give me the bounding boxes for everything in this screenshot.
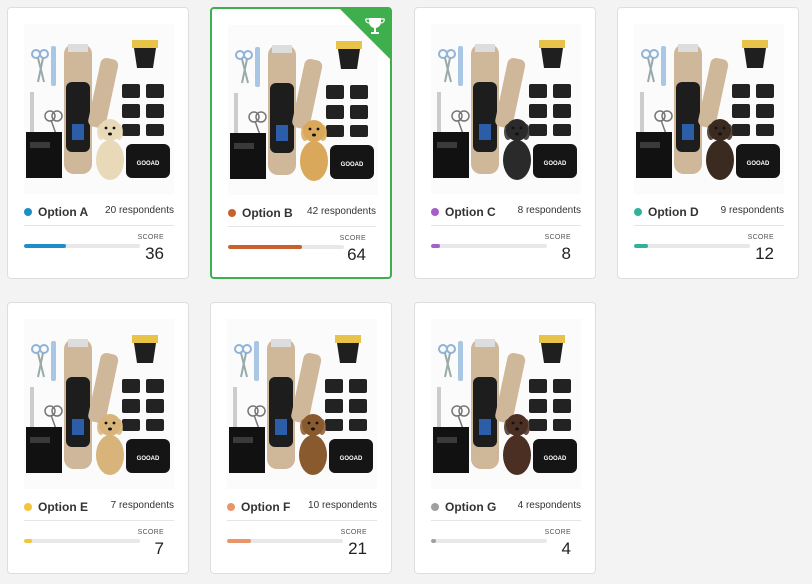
option-color-dot <box>431 208 439 216</box>
score-bar <box>431 244 547 248</box>
respondents-count: 42 respondents <box>307 206 376 217</box>
score-label: SCORE <box>747 234 774 241</box>
respondents-count: 8 respondents <box>517 205 581 216</box>
score-bar-fill <box>24 539 33 543</box>
option-name: Option C <box>445 205 496 219</box>
option-card[interactable]: GOOAD Option G 4 respondents SCORE 4 <box>414 302 596 574</box>
score-value: 36 <box>145 244 164 263</box>
respondents-count: 9 respondents <box>720 205 784 216</box>
score-bar-fill <box>431 539 436 543</box>
option-color-dot <box>227 503 235 511</box>
product-image: GOOAD <box>634 24 784 194</box>
divider <box>24 225 174 226</box>
score-label: SCORE <box>137 234 164 241</box>
option-color-dot <box>431 503 439 511</box>
score-bar-fill <box>634 244 648 248</box>
score-bar-fill <box>228 245 303 249</box>
score-bar <box>24 244 140 248</box>
option-label: Option E <box>24 500 88 514</box>
option-name: Option B <box>242 206 293 220</box>
option-label: Option F <box>227 500 290 514</box>
svg-text:GOOAD: GOOAD <box>340 456 363 462</box>
option-card[interactable]: GOOAD Option B 42 respondents SCORE 64 <box>210 7 392 279</box>
option-label: Option D <box>634 205 699 219</box>
option-label: Option B <box>228 206 293 220</box>
product-image: GOOAD <box>24 319 174 489</box>
score-value: 8 <box>561 244 571 263</box>
divider <box>431 520 581 521</box>
score-label: SCORE <box>544 234 571 241</box>
divider <box>227 520 377 521</box>
score-label: SCORE <box>137 529 164 536</box>
score-bar-fill <box>431 244 441 248</box>
option-card[interactable]: GOOAD Option D 9 respondents SCORE 12 <box>617 7 799 279</box>
option-name: Option A <box>38 205 89 219</box>
score-value: 64 <box>347 245 366 264</box>
option-card[interactable]: GOOAD Option C 8 respondents SCORE 8 <box>414 7 596 279</box>
divider <box>24 520 174 521</box>
score-bar <box>634 244 750 248</box>
option-name: Option F <box>241 500 291 514</box>
option-card[interactable]: GOOAD Option E 7 respondents SCORE 7 <box>7 302 189 574</box>
score-label: SCORE <box>544 529 571 536</box>
option-card[interactable]: GOOAD Option A 20 respondents SCORE 36 <box>7 7 189 279</box>
option-color-dot <box>228 209 236 217</box>
divider <box>634 225 784 226</box>
respondents-count: 4 respondents <box>517 500 581 511</box>
divider <box>228 226 376 227</box>
option-name: Option E <box>38 500 88 514</box>
svg-text:GOOAD: GOOAD <box>341 162 364 168</box>
score-bar <box>227 539 343 543</box>
product-image: GOOAD <box>431 319 581 489</box>
score-bar <box>228 245 344 249</box>
svg-text:GOOAD: GOOAD <box>544 161 567 167</box>
option-color-dot <box>24 503 32 511</box>
respondents-count: 20 respondents <box>105 205 174 216</box>
option-label: Option G <box>431 500 496 514</box>
product-image: GOOAD <box>227 319 377 489</box>
respondents-count: 10 respondents <box>308 500 377 511</box>
option-label: Option C <box>431 205 496 219</box>
score-value: 7 <box>154 539 164 558</box>
option-name: Option G <box>445 500 497 514</box>
score-label: SCORE <box>340 529 367 536</box>
option-name: Option D <box>648 205 699 219</box>
product-image: GOOAD <box>24 24 174 194</box>
score-bar <box>431 539 547 543</box>
respondents-count: 7 respondents <box>110 500 174 511</box>
svg-text:GOOAD: GOOAD <box>137 456 160 462</box>
option-color-dot <box>634 208 642 216</box>
option-color-dot <box>24 208 32 216</box>
product-image: GOOAD <box>431 24 581 194</box>
score-value: 4 <box>561 539 571 558</box>
score-bar-fill <box>24 244 66 248</box>
divider <box>431 225 581 226</box>
score-bar-fill <box>227 539 252 543</box>
winner-trophy-icon <box>339 9 390 60</box>
svg-text:GOOAD: GOOAD <box>544 456 567 462</box>
svg-text:GOOAD: GOOAD <box>137 161 160 167</box>
score-label: SCORE <box>339 235 366 242</box>
score-value: 12 <box>755 244 774 263</box>
option-label: Option A <box>24 205 88 219</box>
svg-text:GOOAD: GOOAD <box>747 161 770 167</box>
score-bar <box>24 539 140 543</box>
score-value: 21 <box>348 539 367 558</box>
option-card[interactable]: GOOAD Option F 10 respondents SCORE 21 <box>210 302 392 574</box>
